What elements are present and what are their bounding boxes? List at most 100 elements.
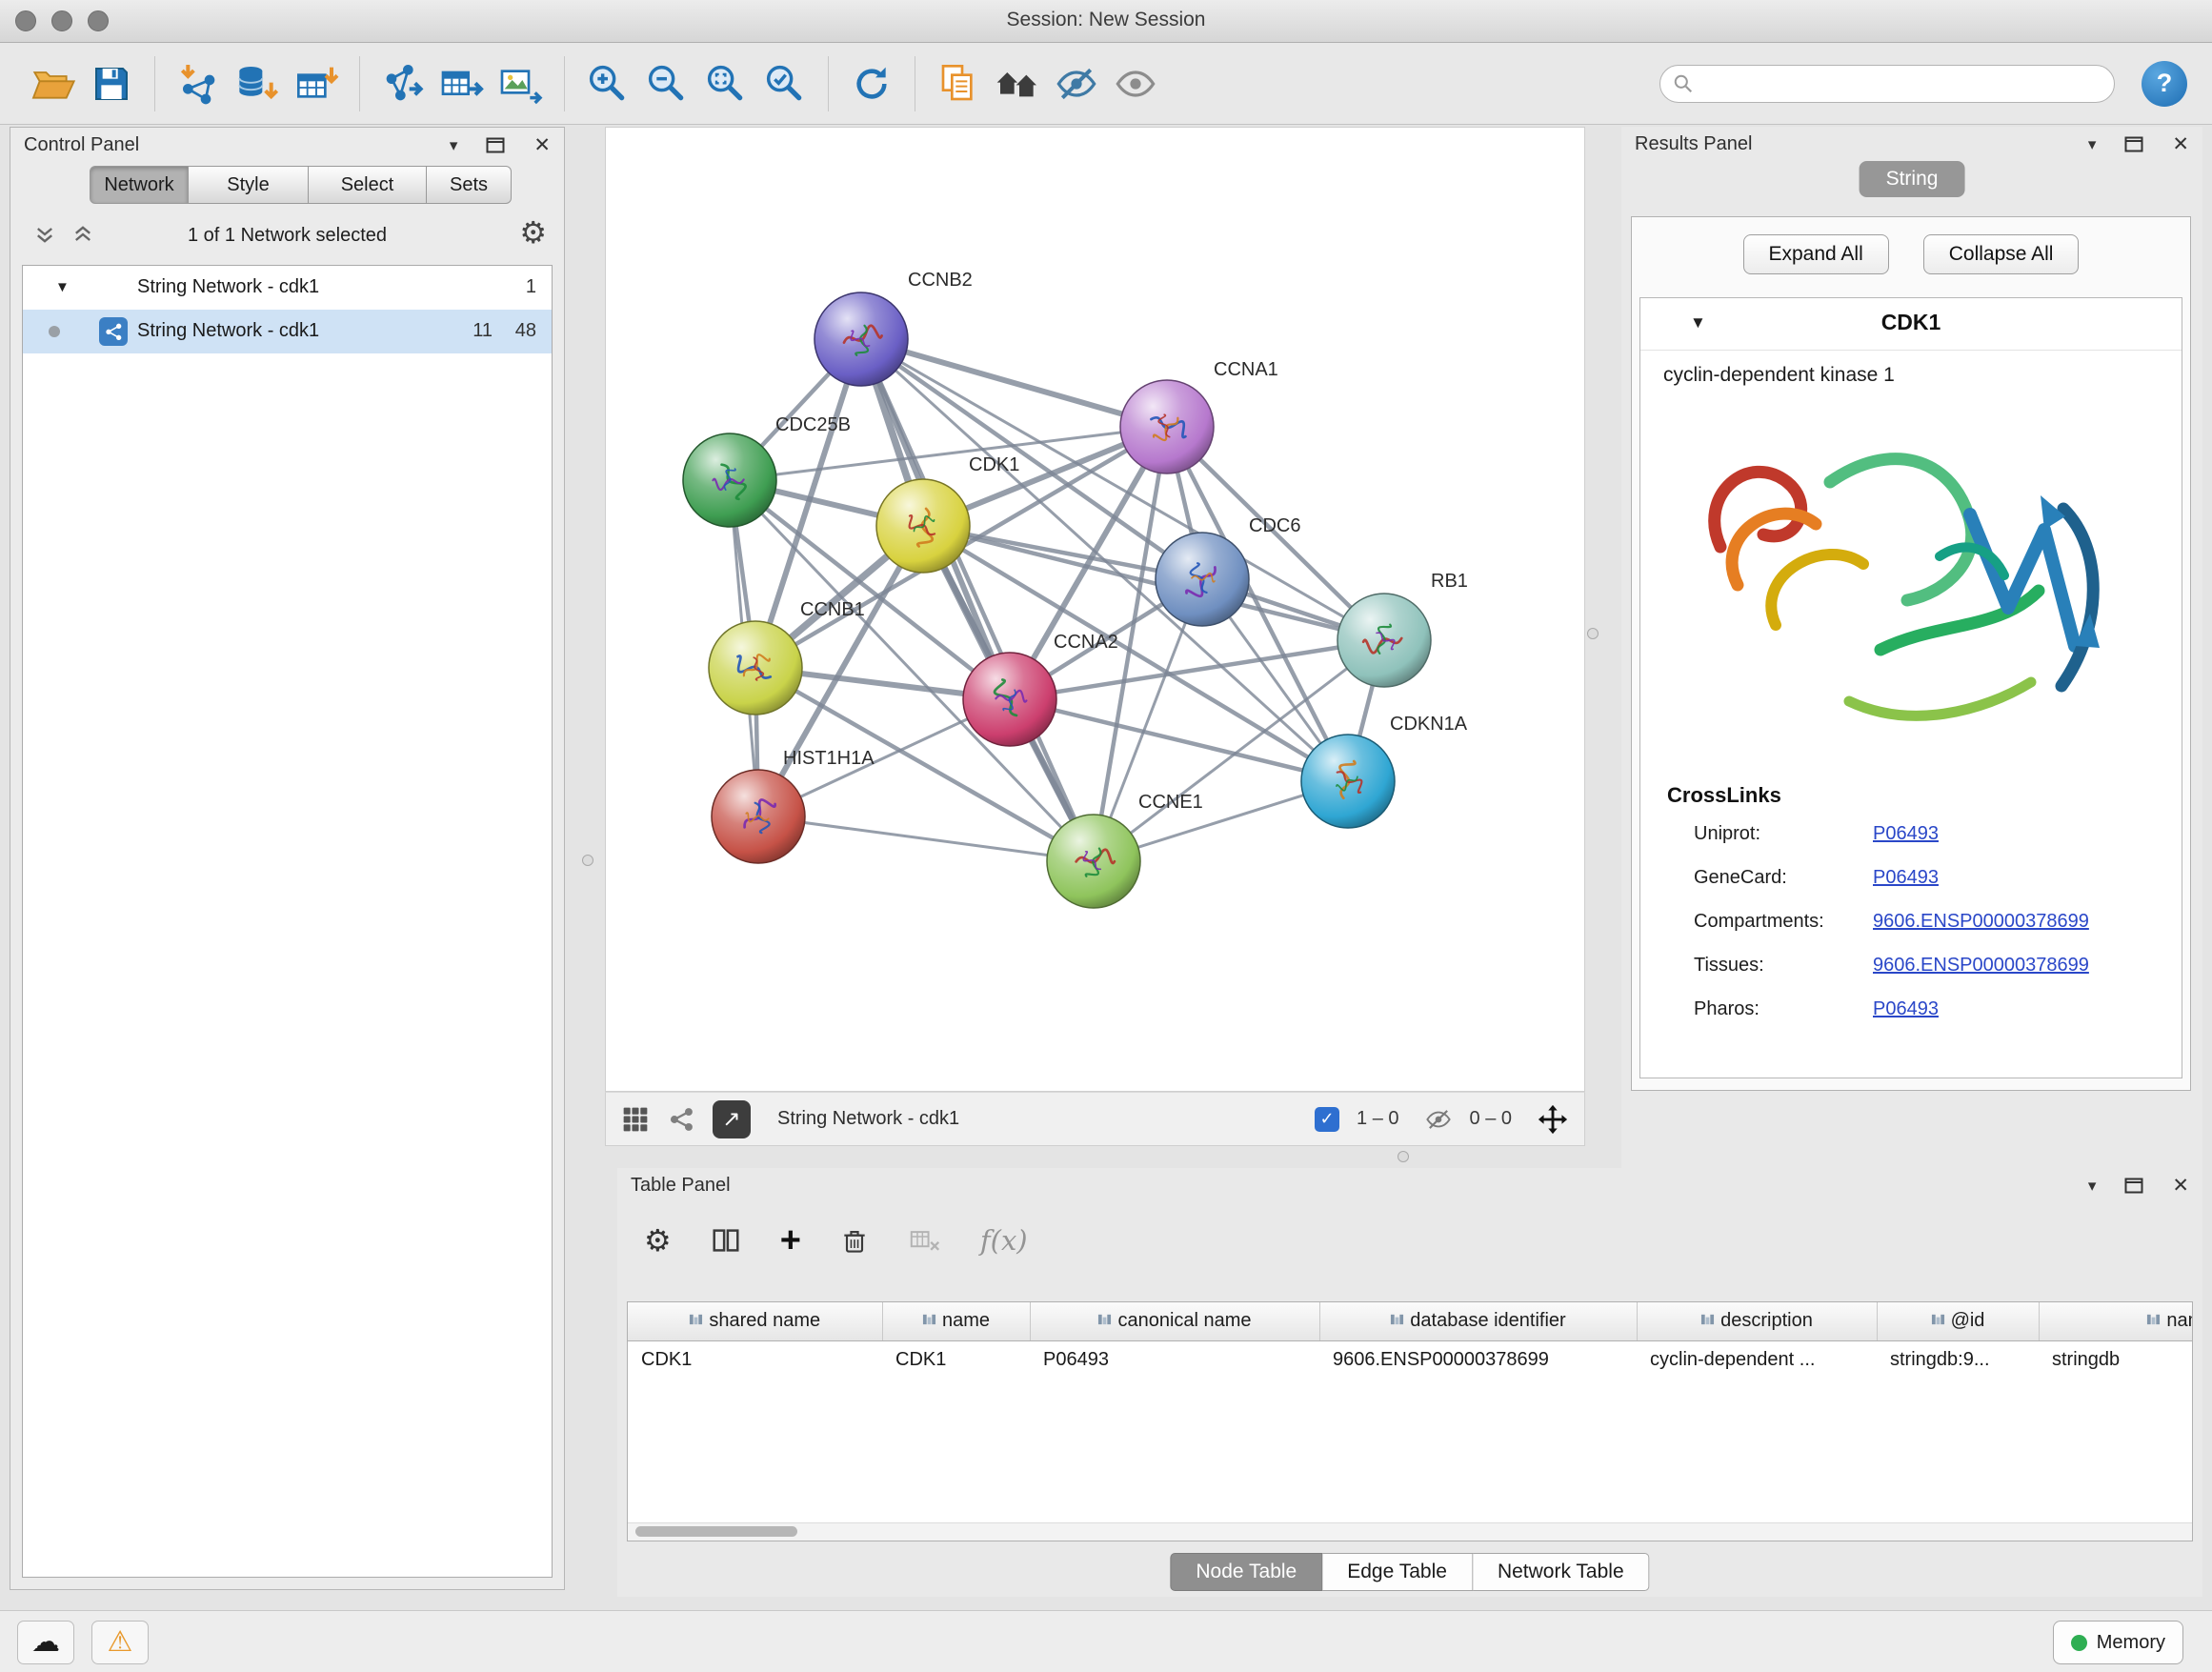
titlebar: Session: New Session: [0, 0, 2212, 43]
warnings-button[interactable]: ⚠: [91, 1621, 149, 1664]
panel-float-icon[interactable]: [2124, 136, 2143, 152]
hide-graphics-details-button[interactable]: [1047, 52, 1106, 115]
detach-view-button[interactable]: ↗: [713, 1100, 751, 1138]
expand-all-networks-icon[interactable]: [71, 223, 94, 252]
node-label: CDK1: [969, 454, 1019, 475]
network-canvas[interactable]: CCNB2CCNA1CDC25BCDK1CDC6RB1CCNB1CCNA2CDK…: [606, 128, 1584, 1091]
scrollbar-thumb[interactable]: [635, 1526, 797, 1537]
help-button[interactable]: ?: [2142, 61, 2187, 107]
tab-node-table[interactable]: Node Table: [1170, 1553, 1322, 1591]
zoom-fit-button[interactable]: [696, 52, 755, 115]
delete-column-icon[interactable]: [839, 1225, 870, 1256]
tab-style[interactable]: Style: [189, 166, 309, 204]
network-node-CDKN1A[interactable]: CDKN1A: [1301, 714, 1468, 828]
panel-menu-icon[interactable]: ▾: [450, 136, 458, 155]
tree-row-collection[interactable]: ▼ String Network - cdk1 1: [23, 266, 552, 310]
zoom-in-button[interactable]: [578, 52, 637, 115]
tab-sets[interactable]: Sets: [427, 166, 512, 204]
panel-close-icon[interactable]: ✕: [533, 133, 551, 157]
node-label: CCNB1: [800, 599, 865, 620]
node-label: CCNB2: [908, 270, 973, 291]
node-table: shared namenamecanonical namedatabase id…: [627, 1301, 2193, 1541]
right-splitter-handle[interactable]: [1587, 628, 1599, 639]
panel-close-icon[interactable]: ✕: [2172, 1174, 2189, 1198]
panel-menu-icon[interactable]: ▾: [2088, 135, 2097, 154]
network-overview-button[interactable]: [667, 1105, 695, 1134]
import-table-button[interactable]: [287, 52, 346, 115]
network-node-CCNB2[interactable]: CCNB2: [814, 270, 973, 386]
left-splitter-handle[interactable]: [582, 855, 593, 866]
export-network-button[interactable]: [373, 52, 432, 115]
network-node-CDC6[interactable]: CDC6: [1156, 515, 1300, 626]
table-horizontal-scrollbar[interactable]: [628, 1522, 2192, 1541]
folder-open-icon: [30, 61, 75, 107]
tree-expand-icon[interactable]: ▼: [55, 279, 70, 295]
expand-all-button[interactable]: Expand All: [1743, 234, 1889, 274]
crosslink-label: Pharos:: [1694, 998, 1760, 1020]
show-graphics-details-button[interactable]: [1106, 52, 1165, 115]
panel-close-icon[interactable]: ✕: [2172, 132, 2189, 156]
pan-mode-button[interactable]: [1537, 1103, 1569, 1136]
collapse-all-networks-icon[interactable]: [33, 223, 56, 252]
tab-network-table[interactable]: Network Table: [1473, 1553, 1650, 1591]
column-header[interactable]: shared name: [628, 1302, 882, 1340]
network-node-CCNB1[interactable]: CCNB1: [709, 599, 865, 715]
network-options-gear-icon[interactable]: ⚙: [519, 217, 547, 248]
node-label: CDC6: [1249, 515, 1300, 536]
show-columns-icon[interactable]: [710, 1224, 742, 1257]
tree-row-network[interactable]: String Network - cdk1 11 48: [23, 310, 552, 353]
panel-float-icon[interactable]: [2124, 1178, 2143, 1194]
import-network-file-button[interactable]: [169, 52, 228, 115]
bottom-splitter-handle[interactable]: [1398, 1151, 1409, 1162]
column-header[interactable]: name: [882, 1302, 1030, 1340]
home-button[interactable]: [988, 52, 1047, 115]
crosslink-link[interactable]: P06493: [1873, 867, 1939, 889]
network-node-RB1[interactable]: RB1: [1337, 571, 1468, 687]
crosslink-label: GeneCard:: [1694, 867, 1787, 889]
memory-button[interactable]: Memory: [2053, 1621, 2183, 1664]
import-network-database-button[interactable]: [228, 52, 287, 115]
function-builder-icon[interactable]: f(x): [980, 1224, 1028, 1257]
collapse-all-button[interactable]: Collapse All: [1923, 234, 2080, 274]
network-node-CDK1[interactable]: CDK1: [876, 454, 1019, 573]
tab-edge-table[interactable]: Edge Table: [1322, 1553, 1473, 1591]
delete-table-icon-disabled[interactable]: [908, 1225, 942, 1256]
column-header[interactable]: database identifier: [1319, 1302, 1637, 1340]
network-node-HIST1H1A[interactable]: HIST1H1A: [712, 748, 875, 863]
cloud-status-button[interactable]: ☁: [17, 1621, 74, 1664]
network-node-CCNA1[interactable]: CCNA1: [1120, 359, 1278, 473]
crosslink-link[interactable]: P06493: [1873, 823, 1939, 845]
apply-layout-button[interactable]: [842, 52, 901, 115]
crosslink-row: Compartments:9606.ENSP00000378699: [1640, 903, 2182, 947]
open-session-button[interactable]: [23, 52, 82, 115]
save-session-button[interactable]: [82, 52, 141, 115]
selected-checkbox[interactable]: ✓: [1315, 1107, 1339, 1132]
cloud-icon: ☁: [31, 1628, 60, 1657]
search-input[interactable]: [1659, 65, 2115, 103]
birdseye-grid-button[interactable]: [621, 1105, 650, 1134]
crosslink-link[interactable]: P06493: [1873, 998, 1939, 1020]
table-settings-gear-icon[interactable]: ⚙: [644, 1225, 672, 1256]
tab-select[interactable]: Select: [309, 166, 427, 204]
column-header[interactable]: canonical name: [1030, 1302, 1319, 1340]
tab-network[interactable]: Network: [90, 166, 189, 204]
window-title: Session: New Session: [0, 9, 2212, 31]
panel-float-icon[interactable]: [486, 137, 505, 153]
create-column-icon[interactable]: +: [780, 1222, 801, 1259]
panel-menu-icon[interactable]: ▾: [2088, 1177, 2097, 1196]
tab-string[interactable]: String: [1860, 161, 1965, 197]
export-image-button[interactable]: [492, 52, 551, 115]
export-table-button[interactable]: [432, 52, 492, 115]
zoom-out-button[interactable]: [637, 52, 696, 115]
table-row[interactable]: CDK1CDK1P064939606.ENSP00000378699cyclin…: [628, 1340, 2193, 1379]
documents-button[interactable]: [929, 52, 988, 115]
gene-section-header[interactable]: ▼ CDK1: [1640, 298, 2182, 351]
column-header[interactable]: description: [1637, 1302, 1877, 1340]
selected-count-label: 1 – 0: [1357, 1108, 1398, 1130]
column-header[interactable]: namespac: [2039, 1302, 2193, 1340]
column-header[interactable]: @id: [1877, 1302, 2039, 1340]
eye-slash-icon: [1054, 61, 1099, 107]
zoom-selected-button[interactable]: [755, 52, 814, 115]
crosslink-link[interactable]: 9606.ENSP00000378699: [1873, 911, 2089, 933]
crosslink-link[interactable]: 9606.ENSP00000378699: [1873, 955, 2089, 977]
